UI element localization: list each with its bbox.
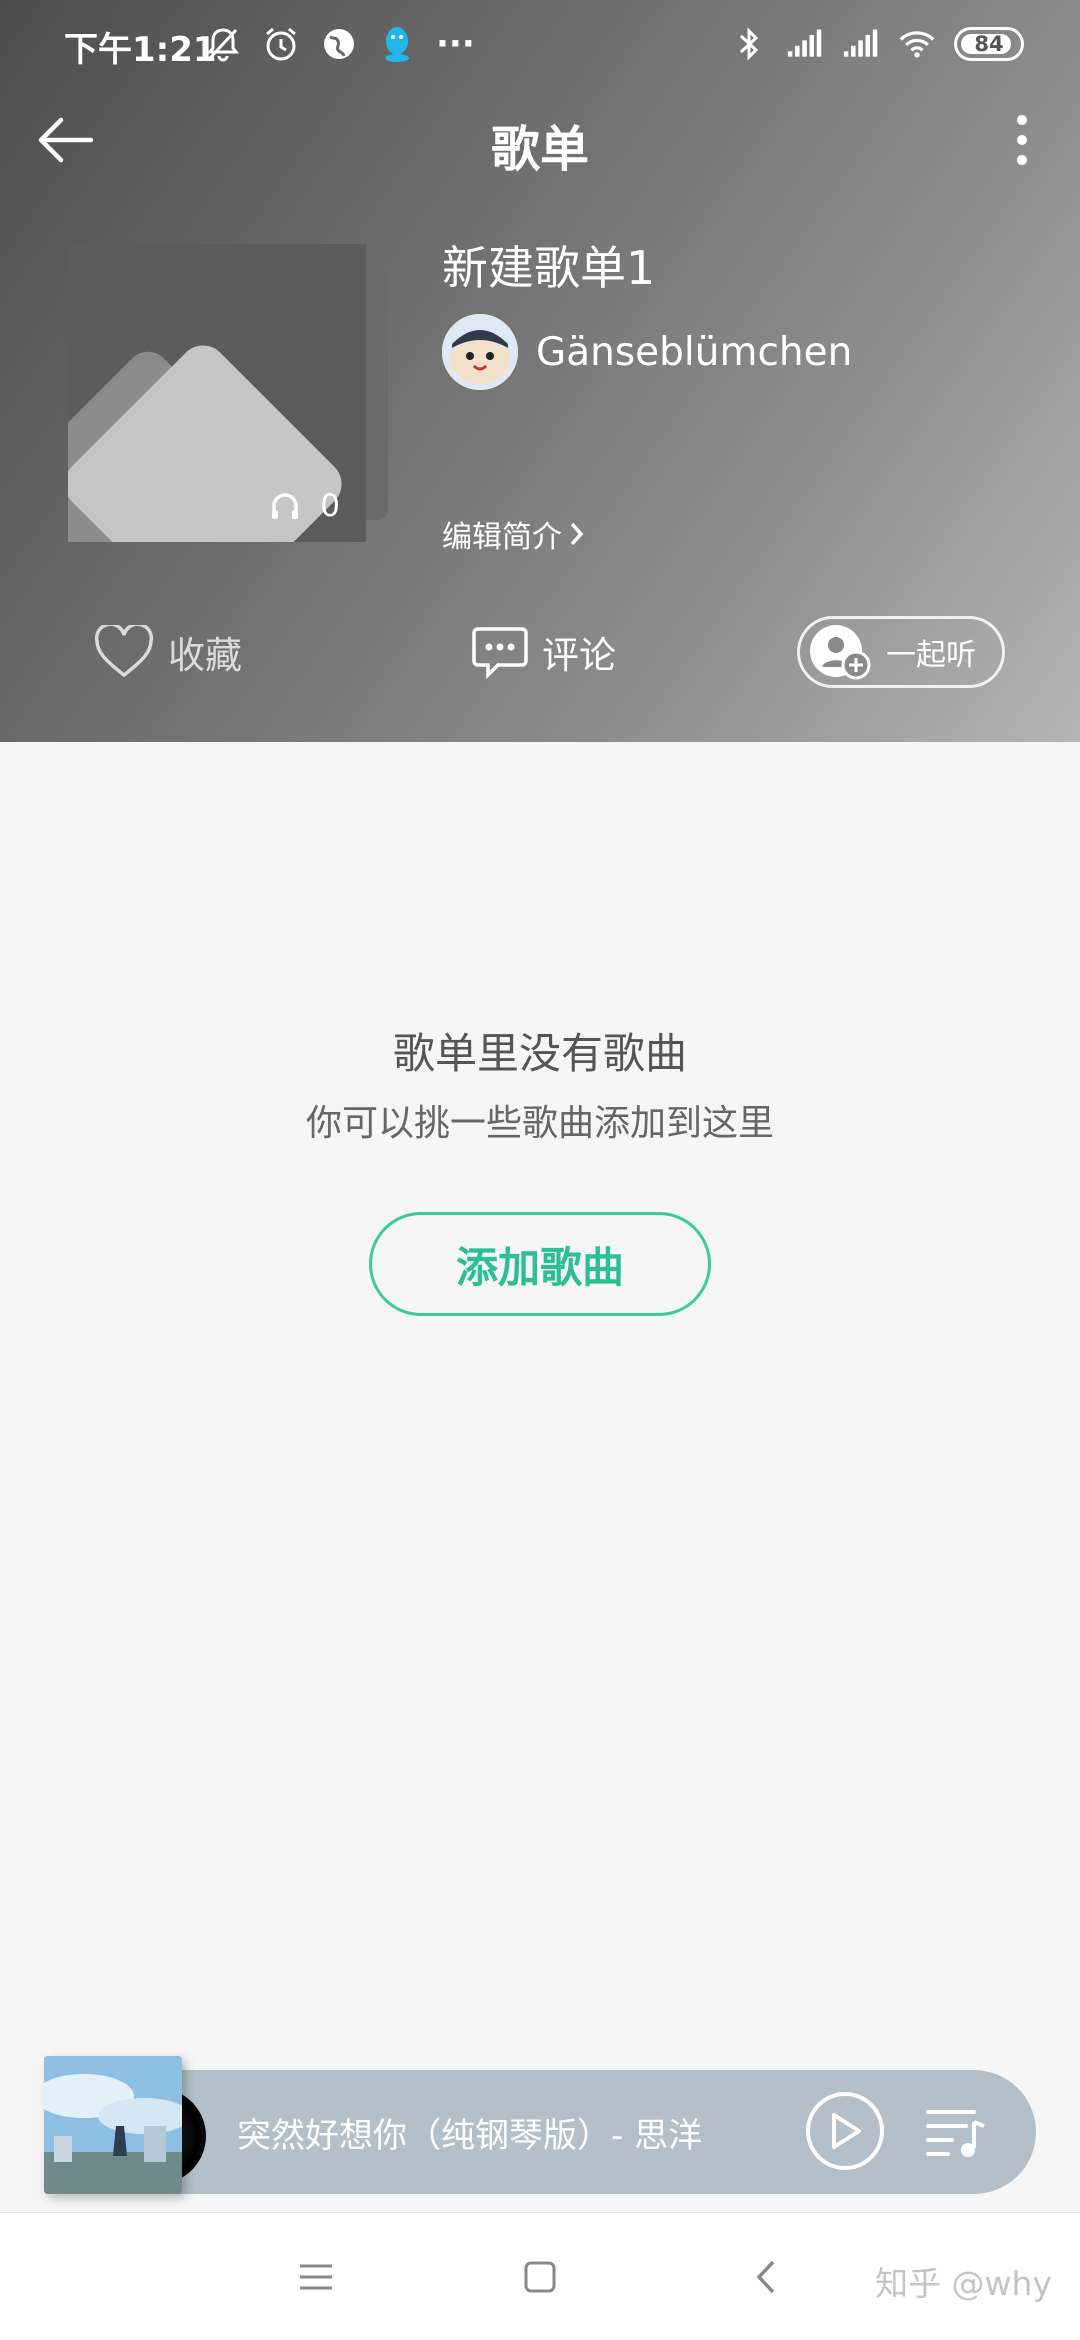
- page-title: 歌单: [490, 121, 589, 178]
- signal-icon: [786, 24, 824, 64]
- edit-description-link[interactable]: 编辑简介: [442, 512, 586, 556]
- status-time: 下午1:21: [64, 30, 217, 70]
- headphones-icon: [272, 493, 299, 519]
- square-icon: [524, 2261, 556, 2293]
- browser-globe-icon: [320, 24, 358, 64]
- comment-label: 评论: [542, 634, 616, 677]
- play-count-value: 0: [320, 488, 340, 524]
- home-button[interactable]: [510, 2247, 570, 2307]
- status-overflow: ···: [436, 24, 475, 64]
- play-count: 0: [270, 488, 340, 524]
- favorite-button[interactable]: 收藏: [94, 612, 242, 692]
- more-options-button[interactable]: [992, 104, 1052, 176]
- avatar[interactable]: [442, 314, 518, 390]
- system-back-button[interactable]: [736, 2247, 796, 2307]
- bluetooth-icon: [730, 24, 768, 64]
- battery-level: 84: [974, 32, 1004, 56]
- chevron-right-icon: [570, 522, 584, 546]
- edit-description-label: 编辑简介: [442, 520, 562, 555]
- listen-together-button[interactable]: 一起听: [797, 616, 1005, 688]
- alarm-icon: [262, 24, 300, 64]
- listen-together-label: 一起听: [886, 638, 976, 673]
- comment-button[interactable]: 评论: [472, 612, 616, 692]
- mute-bell-icon: [204, 24, 242, 64]
- play-icon: [832, 2113, 861, 2149]
- playlist-icon: [926, 2110, 985, 2157]
- empty-state-title: 歌单里没有歌曲: [392, 1029, 687, 1078]
- favorite-label: 收藏: [168, 634, 242, 677]
- playlist-title: 新建歌单1: [442, 241, 656, 295]
- qq-penguin-icon: [378, 24, 416, 64]
- album-art[interactable]: [44, 2056, 182, 2194]
- menu-icon: [300, 2264, 332, 2290]
- play-button[interactable]: [806, 2092, 884, 2170]
- playlist-queue-button[interactable]: [924, 2102, 988, 2162]
- comment-icon: [472, 627, 528, 679]
- recent-apps-button[interactable]: [286, 2247, 346, 2307]
- top-nav: 歌单: [0, 96, 1080, 180]
- heart-icon: [94, 625, 154, 678]
- now-playing-title: 突然好想你（纯钢琴版）- 思洋: [237, 2116, 703, 2156]
- action-row: 收藏 评论 一起听: [0, 612, 1080, 692]
- status-bar: 下午1:21 ··· 84: [0, 0, 1080, 88]
- signal-icon-2: [842, 24, 880, 64]
- playlist-cover[interactable]: 0: [68, 244, 390, 544]
- system-nav-bar: 知乎 @why: [0, 2212, 1080, 2340]
- battery-indicator: 84: [954, 27, 1024, 61]
- creator-name: Gänseblümchen: [536, 329, 853, 375]
- chevron-left-icon: [756, 2260, 775, 2294]
- creator-row[interactable]: Gänseblümchen: [442, 314, 852, 390]
- mini-player[interactable]: 突然好想你（纯钢琴版）- 思洋: [0, 2054, 1080, 2194]
- empty-state-subtitle: 你可以挑一些歌曲添加到这里: [305, 1103, 774, 1144]
- add-songs-button[interactable]: 添加歌曲: [369, 1212, 711, 1316]
- watermark: 知乎 @why: [875, 2264, 1052, 2303]
- add-user-icon: [810, 625, 871, 680]
- wifi-icon: [898, 24, 936, 64]
